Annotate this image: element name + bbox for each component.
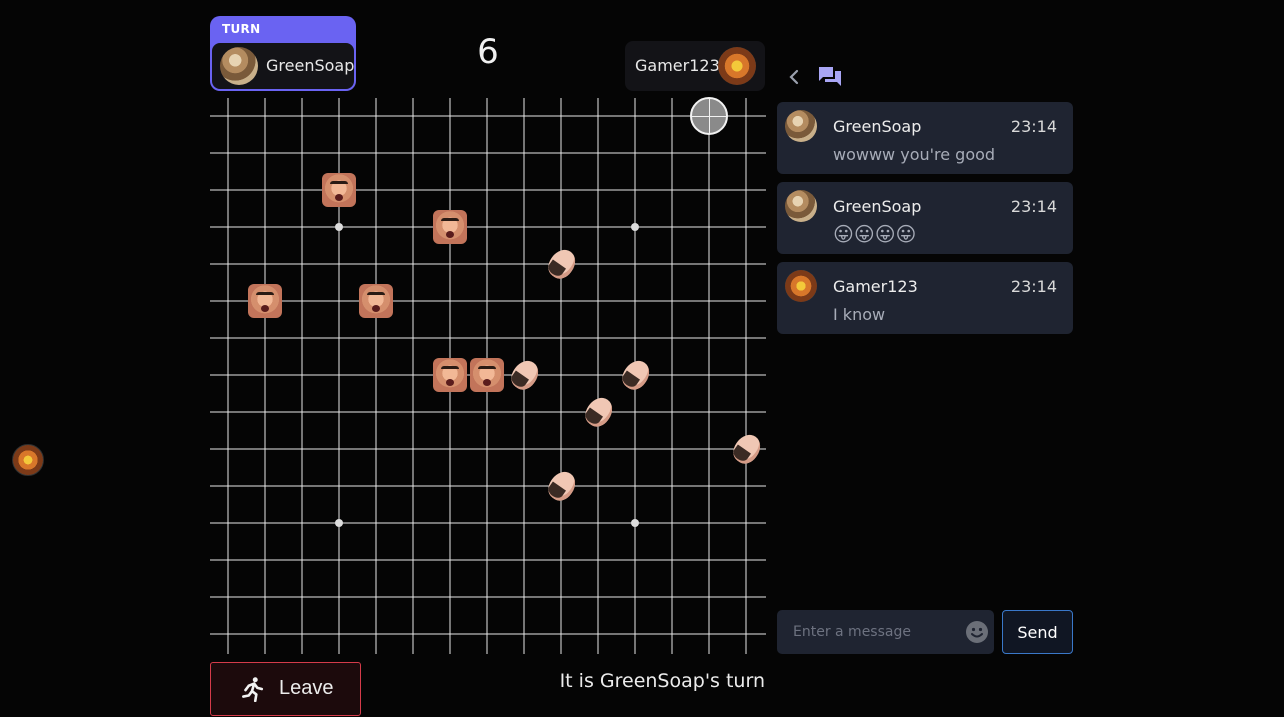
chat-message: GreenSoap 23:14 😛😛😛😛	[777, 182, 1073, 254]
current-turn-card: TURN GreenSoap	[210, 16, 356, 91]
star-point	[631, 223, 639, 231]
stone-greensoap	[506, 355, 544, 395]
message-time: 23:14	[1010, 277, 1057, 296]
leave-button[interactable]: Leave	[210, 662, 361, 716]
green-soap-avatar	[220, 47, 258, 85]
stone-greensoap	[617, 355, 655, 395]
message-text: 😛😛😛😛	[833, 222, 917, 246]
current-player-panel: GreenSoap	[212, 43, 354, 89]
chat-bubbles-icon[interactable]	[818, 66, 842, 88]
gamer123-avatar	[718, 47, 756, 85]
gamer123-avatar	[785, 270, 817, 302]
game-board[interactable]	[210, 97, 766, 654]
message-author: Gamer123	[833, 277, 918, 296]
star-point	[335, 223, 343, 231]
running-person-icon	[242, 677, 264, 702]
stone-greensoap	[580, 392, 618, 432]
stone-gamer123	[322, 173, 356, 207]
stone-greensoap	[543, 466, 581, 506]
message-text: wowww you're good	[833, 145, 996, 164]
chat-message: GreenSoap 23:14 wowww you're good	[777, 102, 1073, 174]
green-soap-avatar	[785, 190, 817, 222]
message-author: GreenSoap	[833, 197, 922, 216]
message-time: 23:14	[1010, 197, 1057, 216]
message-time: 23:14	[1010, 117, 1057, 136]
emoji-icon[interactable]	[965, 620, 989, 644]
turn-status: It is GreenSoap's turn	[559, 670, 765, 692]
star-point	[631, 519, 639, 527]
chevron-left-icon[interactable]	[786, 66, 802, 88]
leave-label: Leave	[279, 677, 334, 699]
stone-gamer123	[433, 210, 467, 244]
chat-message: Gamer123 23:14 I know	[777, 262, 1073, 334]
message-input[interactable]	[777, 610, 994, 654]
message-text: I know	[833, 305, 886, 324]
star-point	[335, 519, 343, 527]
stone-gamer123	[470, 358, 504, 392]
gamer123-avatar	[12, 444, 44, 476]
send-button[interactable]: Send	[1002, 610, 1073, 654]
message-author: GreenSoap	[833, 117, 922, 136]
stone-greensoap	[543, 244, 581, 284]
stone-gamer123	[359, 284, 393, 318]
turn-label: TURN	[222, 22, 261, 36]
stone-gamer123	[433, 358, 467, 392]
current-player-name: GreenSoap	[266, 56, 355, 75]
opponent-card: Gamer123	[625, 41, 765, 91]
hover-placement-marker[interactable]	[690, 97, 728, 135]
green-soap-avatar	[785, 110, 817, 142]
stone-greensoap	[728, 429, 766, 469]
stone-gamer123	[248, 284, 282, 318]
move-counter: 6	[477, 32, 499, 72]
opponent-name: Gamer123	[635, 56, 720, 75]
